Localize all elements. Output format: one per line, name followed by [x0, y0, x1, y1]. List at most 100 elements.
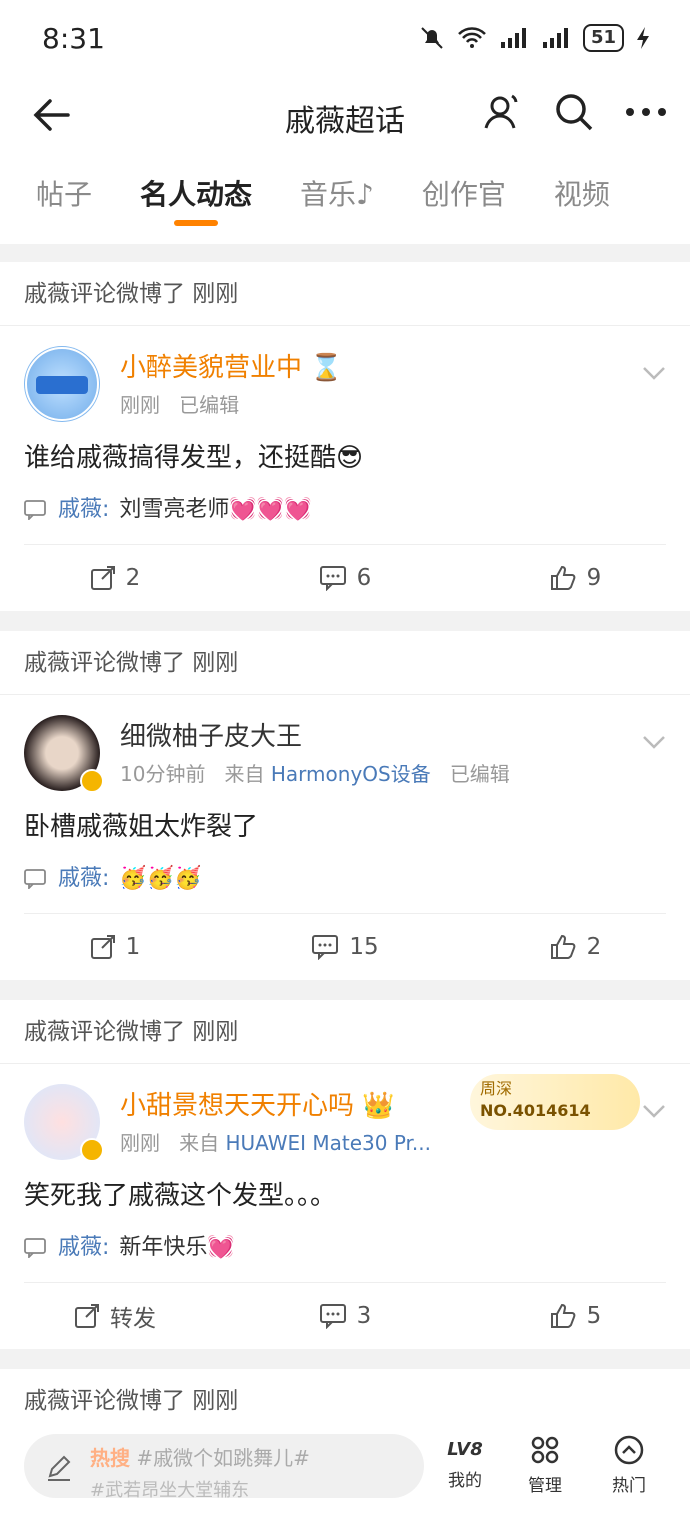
more-icon[interactable] [624, 106, 668, 118]
bottom-bar: 热搜 #戚微个如跳舞儿# #武若昂坐大堂辅东 LV8 我的 管理 热门 [0, 1416, 690, 1516]
divider [24, 913, 666, 914]
feed-card: 戚薇评论微博了 刚刚 小醉美貌营业中 ⌛ 刚刚 已编辑 谁给戚薇搞得发型，还挺酷… [0, 262, 690, 611]
comment-button[interactable]: 15 [230, 934, 460, 960]
comment-icon [319, 1304, 346, 1329]
feed-card: 戚薇评论微博了 刚刚 小甜景想天天开心吗 👑 周深 NO.4014614 刚刚 … [0, 1000, 690, 1349]
command-icon [531, 1436, 559, 1464]
comment-bubble-icon [24, 869, 46, 889]
thumbs-up-icon [550, 565, 576, 590]
commenter-name[interactable]: 戚薇: [58, 1230, 109, 1266]
tab-bar: 帖子 名人动态 音乐♪ 创作官 视频 [0, 152, 690, 244]
verified-badge-icon [80, 769, 104, 793]
contacts-icon[interactable] [480, 90, 524, 134]
source-device[interactable]: HarmonyOS设备 [271, 762, 431, 786]
search-input[interactable]: 热搜 #戚微个如跳舞儿# #武若昂坐大堂辅东 [24, 1434, 424, 1498]
card-header: 戚薇评论微博了 刚刚 [0, 1000, 690, 1064]
post-content[interactable]: 谁给戚薇搞得发型，还挺酷😎 [24, 438, 666, 478]
comment-text: 刘雪亮老师💓💓💓 [119, 497, 312, 522]
source-device[interactable]: HUAWEI Mate30 Pr... [225, 1131, 431, 1155]
comment-button[interactable]: 3 [230, 1303, 460, 1329]
wifi-icon [458, 27, 486, 48]
action-bar: 1 15 2 [0, 914, 690, 980]
post-meta: 10分钟前 来自 HarmonyOS设备 已编辑 [120, 757, 666, 791]
chevron-down-icon[interactable] [642, 366, 666, 380]
commenter-name[interactable]: 戚薇: [58, 861, 109, 897]
nav-mine[interactable]: LV8 我的 [430, 1434, 500, 1491]
thumbs-up-icon [550, 1303, 576, 1328]
repost-button[interactable]: 1 [0, 934, 230, 960]
comment-count: 3 [356, 1303, 372, 1329]
signal-icon-2 [542, 28, 568, 48]
comment-text: 新年快乐💓 [119, 1235, 235, 1260]
post[interactable]: 细微柚子皮大王 10分钟前 来自 HarmonyOS设备 已编辑 卧槽戚薇姐太炸… [0, 695, 690, 914]
status-bar: 8:31 51 [0, 0, 690, 80]
tab-creator[interactable]: 创作官 [422, 152, 506, 244]
level-text: LV8 [447, 1439, 483, 1460]
post-time: 刚刚 [120, 393, 160, 417]
signal-icon [500, 28, 526, 48]
username[interactable]: 小醉美貌营业中 ⌛ [120, 348, 666, 388]
like-count: 9 [586, 565, 602, 591]
card-header: 戚薇评论微博了 刚刚 [0, 631, 690, 695]
like-count: 2 [586, 934, 602, 960]
search-suggestion: 热搜 #戚微个如跳舞儿# [90, 1442, 310, 1471]
comment-bubble-icon [24, 1238, 46, 1258]
repost-icon [75, 1304, 99, 1328]
chevron-down-icon[interactable] [642, 735, 666, 749]
chevron-down-icon[interactable] [642, 1104, 666, 1118]
tab-video[interactable]: 视频 [554, 152, 610, 244]
level-badge-icon: LV8 [430, 1434, 500, 1466]
fans-badge-number: NO.4014614 [480, 1101, 591, 1120]
post-content[interactable]: 笑死我了戚薇这个发型。。。 [24, 1176, 666, 1216]
nav-hot[interactable]: 热门 [594, 1434, 664, 1496]
hot-search-topic: #戚微个如跳舞儿# [136, 1446, 310, 1470]
feed-card: 戚薇评论微博了 刚刚 细微柚子皮大王 10分钟前 来自 HarmonyOS设备 … [0, 631, 690, 980]
like-button[interactable]: 9 [460, 564, 690, 592]
charging-icon [637, 27, 649, 49]
edited-label: 已编辑 [179, 393, 240, 417]
mute-bell-icon [421, 27, 443, 49]
verified-badge-icon [80, 1138, 104, 1162]
nav-mine-label: 我的 [448, 1471, 482, 1491]
like-button[interactable]: 2 [460, 933, 690, 961]
post-content[interactable]: 卧槽戚薇姐太炸裂了 [24, 807, 666, 847]
search-icon[interactable] [554, 92, 594, 132]
comment-row[interactable]: 戚薇: 🥳🥳🥳 [24, 861, 666, 897]
battery-indicator: 51 [582, 24, 624, 52]
comment-row[interactable]: 戚薇: 新年快乐💓 [24, 1230, 666, 1266]
repost-icon [90, 566, 115, 590]
comment-icon [319, 566, 346, 591]
tab-posts[interactable]: 帖子 [36, 152, 92, 244]
repost-count: 1 [125, 934, 141, 960]
repost-count: 2 [125, 565, 141, 591]
commenter-name[interactable]: 戚薇: [58, 492, 109, 528]
thumbs-up-icon [550, 934, 576, 959]
repost-button[interactable]: 转发 [0, 1299, 230, 1333]
hot-search-label: 热搜 [90, 1446, 130, 1470]
post[interactable]: 小甜景想天天开心吗 👑 周深 NO.4014614 刚刚 来自 HUAWEI M… [0, 1064, 690, 1283]
tab-celebrity-updates[interactable]: 名人动态 [140, 152, 252, 244]
repost-button[interactable]: 2 [0, 565, 230, 591]
avatar[interactable] [24, 346, 100, 422]
nav-manage-label: 管理 [528, 1476, 562, 1496]
post[interactable]: 小醉美貌营业中 ⌛ 刚刚 已编辑 谁给戚薇搞得发型，还挺酷😎 戚薇: 刘雪亮老师… [0, 326, 690, 545]
avatar-image [25, 347, 99, 421]
avatar[interactable] [24, 1084, 104, 1162]
like-button[interactable]: 5 [460, 1302, 690, 1330]
edited-label: 已编辑 [449, 762, 510, 786]
avatar[interactable] [24, 715, 104, 793]
card-header: 戚薇评论微博了 刚刚 [0, 262, 690, 326]
comment-row[interactable]: 戚薇: 刘雪亮老师💓💓💓 [24, 492, 666, 528]
status-time: 8:31 [42, 22, 105, 55]
comment-button[interactable]: 6 [230, 565, 460, 591]
post-meta: 刚刚 已编辑 [120, 388, 666, 422]
comment-count: 6 [356, 565, 372, 591]
nav-manage[interactable]: 管理 [510, 1434, 580, 1496]
tab-music[interactable]: 音乐♪ [300, 152, 374, 244]
post-meta: 刚刚 来自 HUAWEI Mate30 Pr... [120, 1126, 666, 1160]
comment-count: 15 [349, 934, 379, 960]
fans-badge[interactable]: 周深 NO.4014614 [470, 1074, 640, 1130]
post-time: 10分钟前 [120, 762, 206, 786]
username[interactable]: 细微柚子皮大王 [120, 717, 666, 757]
chevron-up-circle-icon [614, 1435, 644, 1465]
